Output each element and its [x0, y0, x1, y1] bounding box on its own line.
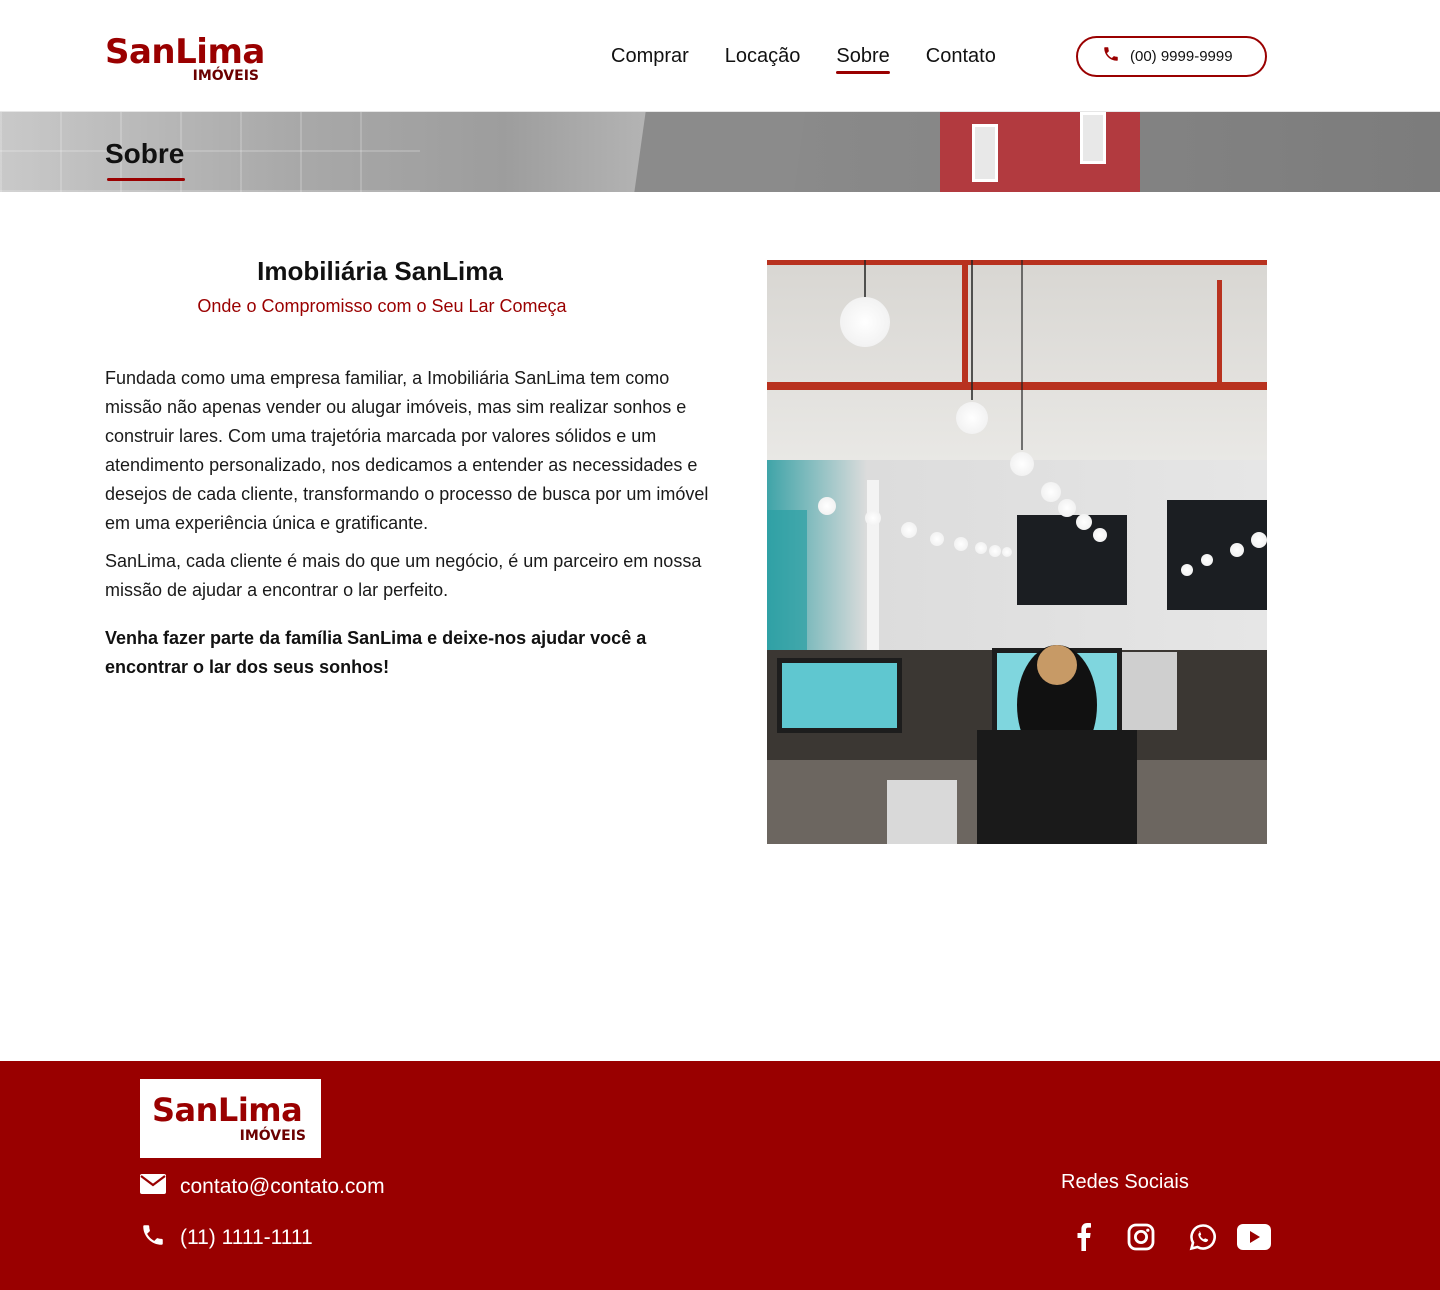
office-photo: [767, 260, 1267, 844]
facebook-icon[interactable]: [1058, 1221, 1110, 1253]
youtube-icon[interactable]: [1234, 1221, 1274, 1253]
banner-window: [972, 124, 998, 182]
banner-grid-texture: [0, 112, 420, 192]
footer-phone[interactable]: (11) 1111-1111: [140, 1222, 313, 1254]
page-title-underline: [107, 178, 185, 181]
site-logo[interactable]: SanLima IMÓVEIS: [105, 34, 265, 88]
site-header: SanLima IMÓVEIS Comprar Locação Sobre Co…: [0, 0, 1440, 112]
footer-logo[interactable]: SanLima IMÓVEIS: [140, 1079, 321, 1158]
about-paragraph: SanLima, cada cliente é mais do que um n…: [105, 551, 702, 600]
nav-locacao[interactable]: Locação: [725, 44, 801, 71]
whatsapp-icon[interactable]: [1172, 1221, 1234, 1253]
site-footer: SanLima IMÓVEIS contato@contato.com (11)…: [0, 1061, 1440, 1290]
page-title: Sobre: [105, 138, 185, 169]
about-subheading: Onde o Compromisso com o Seu Lar Começa: [197, 296, 567, 316]
footer-phone-label: (11) 1111-1111: [180, 1226, 313, 1249]
nav-comprar[interactable]: Comprar: [611, 44, 689, 71]
phone-icon: [140, 1222, 166, 1254]
about-paragraph: Fundada como uma empresa familiar, a Imo…: [105, 368, 709, 533]
phone-button-label: (00) 9999-9999: [1130, 48, 1233, 65]
banner-window: [1080, 112, 1106, 164]
instagram-icon[interactable]: [1110, 1221, 1172, 1253]
banner-shape: [634, 112, 806, 192]
banner-red-wall: [940, 112, 1140, 192]
envelope-icon: [140, 1174, 166, 1200]
main-nav: Comprar Locação Sobre Contato: [611, 44, 996, 74]
footer-email[interactable]: contato@contato.com: [140, 1174, 385, 1200]
nav-sobre[interactable]: Sobre: [836, 44, 891, 74]
footer-logo-sub: IMÓVEIS: [239, 1128, 306, 1144]
footer-email-label: contato@contato.com: [180, 1175, 385, 1198]
logo-sub: IMÓVEIS: [192, 68, 259, 84]
footer-logo-brand: SanLima: [152, 1091, 303, 1129]
logo-brand: SanLima: [105, 32, 265, 72]
phone-icon: [1102, 45, 1120, 68]
social-links: [1058, 1221, 1274, 1253]
phone-button[interactable]: (00) 9999-9999: [1076, 36, 1267, 77]
about-heading: Imobiliária SanLima: [257, 256, 503, 286]
nav-contato[interactable]: Contato: [926, 44, 996, 71]
page-banner: Sobre: [0, 112, 1440, 192]
social-title: Redes Sociais: [1061, 1171, 1189, 1193]
about-cta-paragraph: Venha fazer parte da família SanLima e d…: [105, 628, 647, 677]
